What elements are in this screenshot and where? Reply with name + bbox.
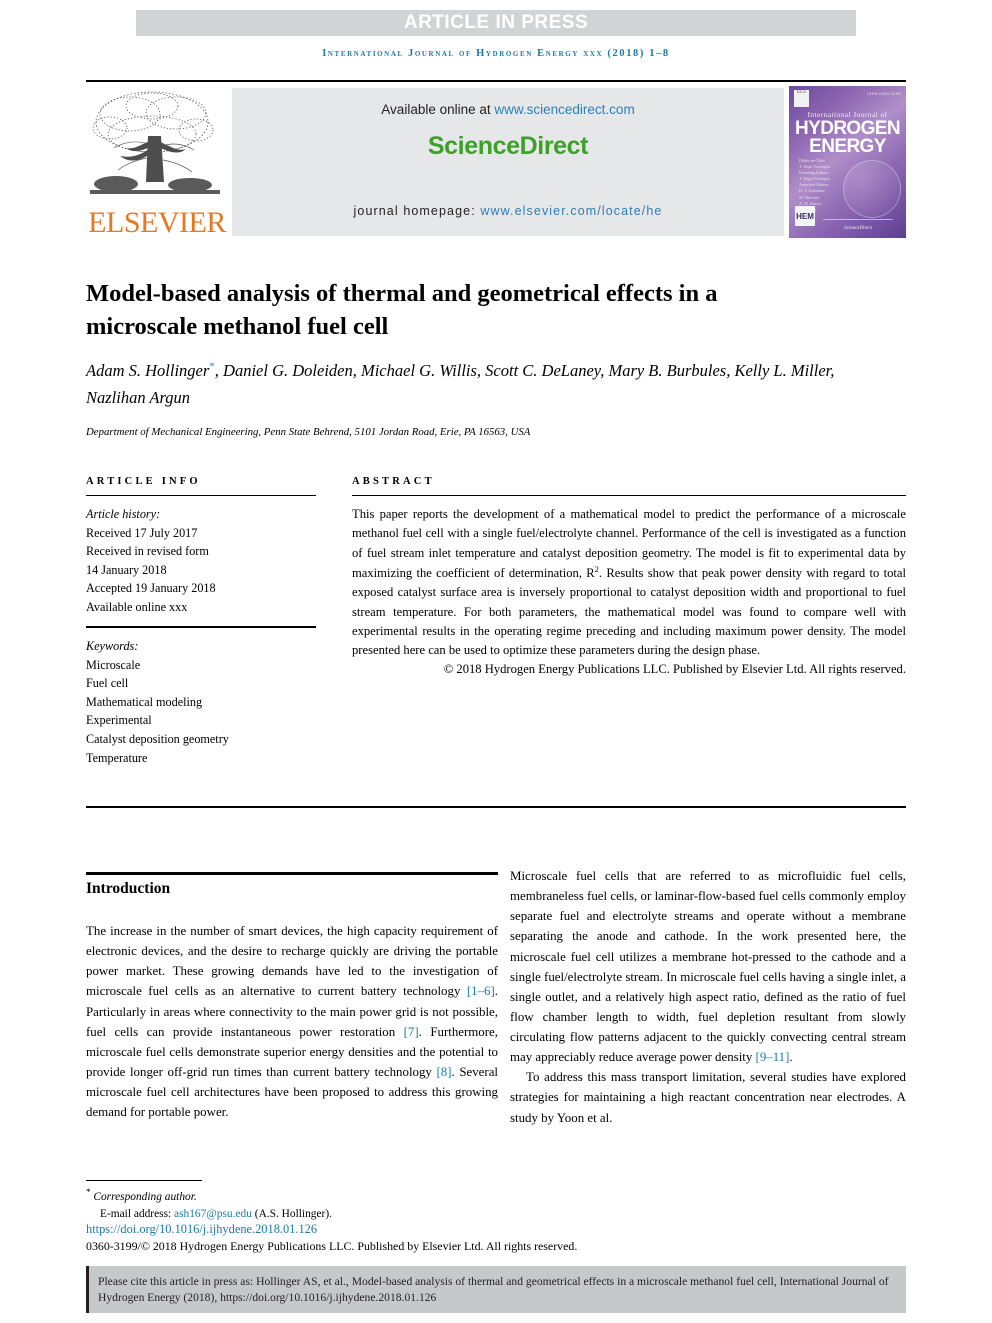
keywords-label: Keywords: [86,639,139,654]
sciencedirect-url-link[interactable]: www.sciencedirect.com [494,102,634,117]
history-item: Accepted 19 January 2018 [86,581,216,596]
sciencedirect-panel: Available online at www.sciencedirect.co… [232,88,784,236]
author-first: Adam S. Hollinger [86,361,210,380]
citation-ref-8[interactable]: [8] [436,1065,451,1079]
author-affiliation: Department of Mechanical Engineering, Pe… [86,426,531,438]
article-info-divider-top [86,495,316,496]
citation-ref-1-6[interactable]: [1–6] [467,984,495,998]
abstract-divider [352,495,906,496]
available-online-line: Available online at www.sciencedirect.co… [232,102,784,117]
cover-issn: ISSN 0360-3199 [867,91,901,96]
cover-sciencedirect-footer: ScienceDirect [843,226,873,231]
cover-title-line2: ENERGY [809,136,886,157]
elsevier-tree-icon [90,91,220,194]
citation-notice-box: Please cite this article in press as: Ho… [86,1266,906,1313]
cover-footer-rule [823,219,893,220]
abstract-heading: ABSTRACT [352,476,435,487]
article-history-label: Article history: [86,507,161,521]
keyword-item: Fuel cell [86,676,129,691]
email-note: E-mail address: ash167@psu.edu (A.S. Hol… [86,1206,506,1223]
header-divider [86,80,906,82]
elsevier-wordmark: ELSEVIER [88,206,226,239]
introduction-heading: Introduction [86,880,171,897]
body-paragraph: To address this mass transport limitatio… [510,1070,906,1125]
article-info-column: ARTICLE INFO Article history: Received 1… [86,476,316,767]
history-item: Received 17 July 2017 [86,525,198,540]
abstract-body: This paper reports the development of a … [352,505,906,660]
sciencedirect-logo[interactable]: ScienceDirect [232,132,784,161]
journal-homepage-label: journal homepage: [353,204,481,218]
body-paragraph: Microscale fuel cells that are referred … [510,866,906,1067]
corresponding-author-label: Corresponding author. [93,1190,197,1203]
corresponding-author-note: * Corresponding author. [86,1186,506,1206]
available-online-label: Available online at [381,102,495,117]
body-column-right: Microscale fuel cells that are referred … [510,866,906,1128]
footnote-star: * [86,1187,91,1197]
journal-homepage-line: journal homepage: www.elsevier.com/locat… [232,204,784,218]
keyword-item: Mathematical modeling [86,694,203,709]
history-item: Received in revised form [86,544,209,559]
journal-homepage-link[interactable]: www.elsevier.com/locate/he [480,204,662,218]
email-label: E-mail address: [100,1207,175,1220]
elsevier-logo: ELSEVIER [86,86,228,238]
body-column-left: The increase in the number of smart devi… [86,921,498,1122]
intro-right-text-1-end: . [789,1050,793,1065]
history-item: 14 January 2018 [86,562,167,577]
history-item: Available online xxx [86,599,188,614]
introduction-rule [86,872,498,875]
footnote-block: * Corresponding author. E-mail address: … [86,1186,506,1223]
abstract-column: ABSTRACT This paper reports the developm… [352,476,906,677]
email-link[interactable]: ash167@psu.edu [174,1208,252,1220]
keyword-item: Microscale [86,657,141,672]
citation-ref-7[interactable]: [7] [404,1025,419,1039]
citation-ref-9-11[interactable]: [9–11] [756,1050,790,1064]
journal-cover-thumbnail[interactable]: ELS ISSN 0360-3199 International Journal… [789,86,906,238]
keyword-item: Temperature [86,750,148,765]
article-info-heading: ARTICLE INFO [86,476,201,487]
keywords-block: Keywords: Microscale Fuel cell Mathemati… [86,637,316,767]
journal-article-page: ARTICLE IN PRESS International Journal o… [0,0,992,1323]
footnote-divider [86,1180,202,1181]
abstract-copyright: © 2018 Hydrogen Energy Publications LLC.… [443,662,906,677]
author-list: Adam S. Hollinger*, Daniel G. Doleiden, … [86,358,866,411]
doi-link[interactable]: https://doi.org/10.1016/j.ijhydene.2018.… [86,1222,317,1237]
article-info-divider-mid [86,626,316,629]
keyword-item: Experimental [86,713,152,728]
intro-text-1: The increase in the number of smart devi… [86,924,498,999]
article-history-block: Article history: Received 17 July 2017 R… [86,505,316,616]
page-title: Model-based analysis of thermal and geom… [86,280,718,340]
email-owner: (A.S. Hollinger). [251,1207,332,1220]
cover-hem-mark: HEM [795,206,815,226]
intro-right-text-1: Microscale fuel cells that are referred … [510,869,906,1065]
article-in-press-banner: ARTICLE IN PRESS [136,10,856,36]
cover-elsevier-mark: ELS [794,90,809,107]
issn-copyright-line: 0360-3199/© 2018 Hydrogen Energy Publica… [86,1239,578,1253]
section-divider-full [86,806,906,808]
keyword-item: Catalyst deposition geometry [86,732,229,747]
journal-running-head: International Journal of Hydrogen Energy… [322,48,670,59]
